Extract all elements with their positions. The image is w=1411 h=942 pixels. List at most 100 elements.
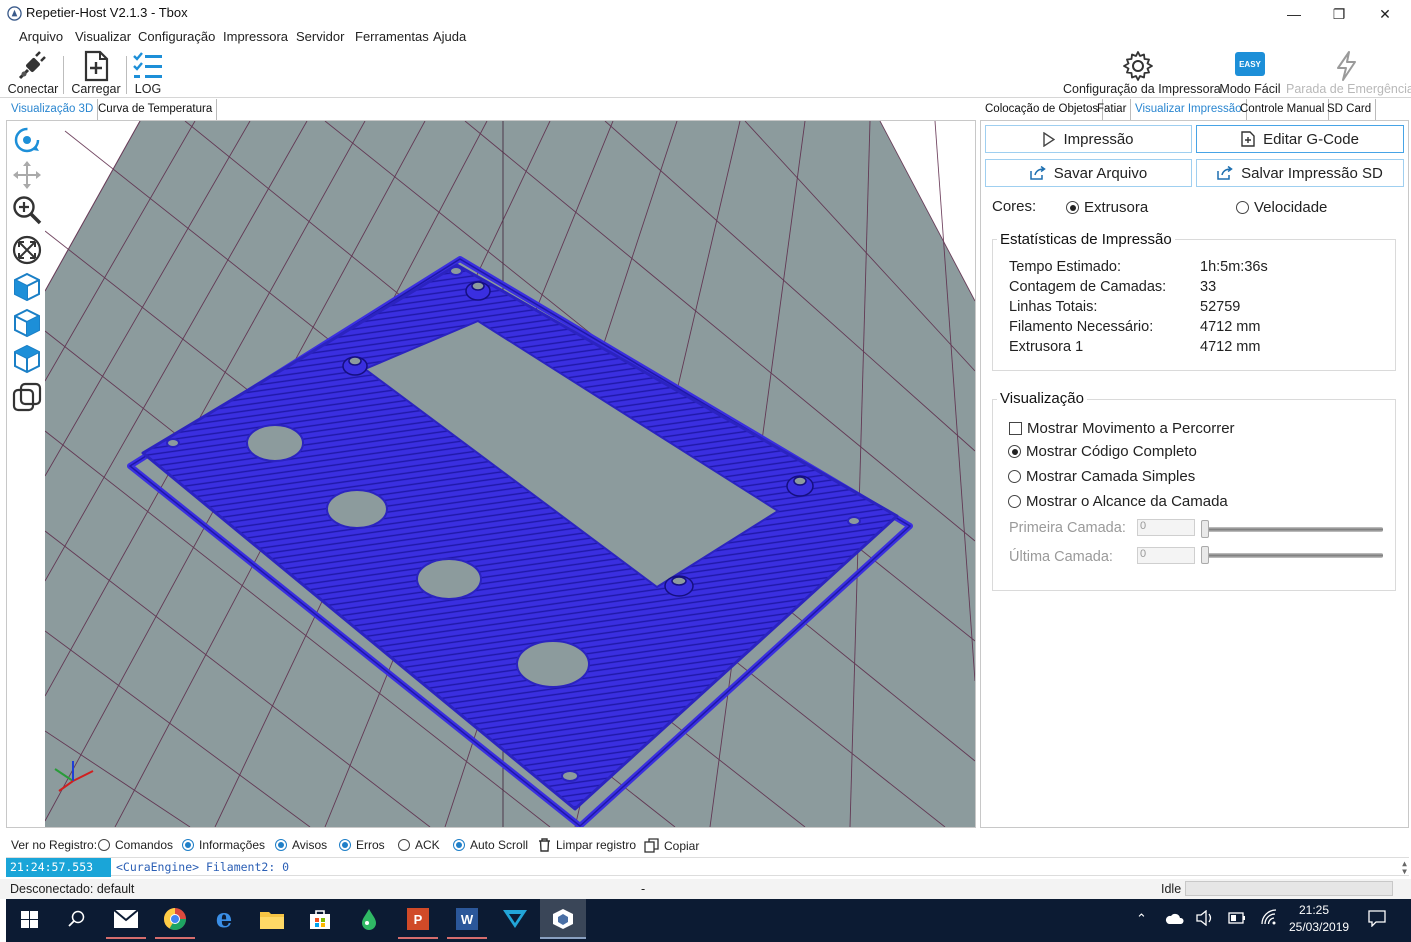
log-warnings-toggle[interactable]: Avisos [275,838,327,852]
last-layer-slider[interactable] [1205,553,1383,558]
color-extruder-radio[interactable]: Extrusora [1066,199,1148,216]
log-ack-label: ACK [415,838,440,852]
save-sd-button[interactable]: Salvar Impressão SD [1196,159,1404,187]
colors-label: Cores: [992,198,1037,215]
first-layer-slider[interactable] [1205,527,1383,532]
print-button[interactable]: Impressão [985,125,1192,153]
taskbar-app-drop[interactable] [346,899,392,939]
search-button[interactable] [54,899,100,939]
full-code-radio[interactable]: Mostrar Código Completo [1008,443,1197,460]
tab-3d-view[interactable]: Visualização 3D [6,99,99,120]
edit-gcode-button[interactable]: Editar G-Code [1196,125,1404,153]
log-copy-label: Copiar [664,838,700,853]
easy-mode-button[interactable]: EASY Modo Fácil [1219,48,1281,98]
green-drop-icon [362,909,376,930]
log-info-toggle[interactable]: Informações [182,838,265,852]
restore-button[interactable]: ❐ [1316,0,1362,28]
cube-iso-icon[interactable] [11,271,43,303]
layer-range-radio[interactable]: Mostrar o Alcance da Camada [1008,493,1228,510]
objects-icon[interactable] [11,381,43,413]
log-clear-button[interactable]: Limpar registro [538,838,636,852]
menu-servidor[interactable]: Servidor [296,29,344,44]
log-errors-toggle[interactable]: Erros [339,838,385,852]
load-button[interactable]: Carregar [70,48,122,98]
clock-date[interactable]: 25/03/2019 [1289,920,1349,934]
tab-slicer[interactable]: Fatiar [1092,99,1132,120]
clock-time[interactable]: 21:25 [1299,903,1329,917]
3d-viewport[interactable] [6,120,976,828]
emergency-stop-button[interactable]: Parada de Emergência [1286,48,1411,98]
single-layer-radio[interactable]: Mostrar Camada Simples [1008,468,1195,485]
taskbar-app-triangle[interactable] [492,899,538,939]
minimize-button[interactable]: — [1271,0,1317,28]
last-layer-label: Última Camada: [1009,549,1113,565]
printer-settings-button[interactable]: Configuração da Impressora [1063,48,1221,98]
tray-chevron-icon[interactable]: ⌃ [1136,911,1147,927]
load-label: Carregar [71,82,121,96]
log-message: <CuraEngine> Filament2: 0 [116,860,290,874]
fit-view-icon[interactable] [11,234,43,266]
taskbar-chrome[interactable] [152,899,198,939]
menu-ferramentas[interactable]: Ferramentas [355,29,429,44]
stat-label: Contagem de Camadas: [1009,279,1167,295]
connect-button[interactable]: Conectar [6,48,60,98]
log-button[interactable]: LOG [130,48,166,98]
log-output[interactable]: 21:24:57.553 <CuraEngine> Filament2: 0 ▲… [6,857,1409,877]
volume-icon[interactable] [1196,910,1214,926]
battery-icon[interactable] [1228,912,1246,924]
menu-configuracao[interactable]: Configuração [138,29,215,44]
easy-mode-label: Modo Fácil [1219,82,1281,96]
triangle-app-icon [503,910,527,928]
show-travel-checkbox[interactable]: Mostrar Movimento a Percorrer [1009,420,1235,437]
log-autoscroll-toggle[interactable]: Auto Scroll [453,838,528,852]
color-extruder-label: Extrusora [1084,199,1149,216]
log-copy-button[interactable]: Copiar [644,838,699,853]
tab-temperature-curve[interactable]: Curva de Temperatura [93,99,218,120]
log-scroll-down-icon[interactable]: ▼ [1402,867,1407,876]
start-button[interactable] [6,899,52,939]
menu-arquivo[interactable]: Arquivo [19,29,63,44]
taskbar-powerpoint[interactable]: P [395,899,441,939]
edge-icon: e [215,904,233,934]
zoom-icon[interactable] [11,194,43,226]
move-icon[interactable] [11,159,43,191]
tab-manual-control[interactable]: Controle Manual [1235,99,1330,120]
first-layer-input[interactable]: 0 [1137,519,1195,536]
cube-top-icon[interactable] [11,343,43,375]
save-file-button[interactable]: Savar Arquivo [985,159,1192,187]
notifications-icon[interactable] [1368,910,1386,927]
color-speed-radio[interactable]: Velocidade [1236,199,1327,216]
print-preview-scene[interactable] [45,121,975,827]
log-ack-toggle[interactable]: ACK [398,838,440,852]
menu-ajuda[interactable]: Ajuda [433,29,466,44]
tab-print-preview[interactable]: Visualizar Impressão [1130,99,1247,120]
radio-indicator [98,839,110,851]
radio-indicator [1066,201,1079,214]
close-button[interactable]: ✕ [1362,0,1408,28]
toolbar: Conectar Carregar LOG Configuração da Im… [0,48,1411,98]
last-layer-input[interactable]: 0 [1137,547,1195,564]
visualization-title: Visualização [997,390,1087,407]
rotate-icon[interactable] [11,124,43,156]
tab-sd-card[interactable]: SD Card [1322,99,1377,120]
first-layer-label: Primeira Camada: [1009,520,1126,536]
menu-visualizar[interactable]: Visualizar [75,29,131,44]
taskbar-edge[interactable]: e [201,899,247,939]
taskbar-word[interactable]: W [444,899,490,939]
taskbar-explorer[interactable] [249,899,295,939]
show-travel-label: Mostrar Movimento a Percorrer [1027,420,1235,437]
printer-settings-label: Configuração da Impressora [1063,82,1221,96]
last-layer-slider-thumb[interactable] [1201,546,1209,564]
menu-impressora[interactable]: Impressora [223,29,288,44]
stat-value: 4712 mm [1200,339,1261,355]
taskbar-store[interactable] [297,899,343,939]
tab-object-placement[interactable]: Colocação de Objetos [980,99,1104,120]
windows-logo-icon [20,910,38,928]
taskbar-repetier[interactable] [540,899,586,939]
onedrive-icon[interactable] [1164,911,1184,925]
wifi-icon[interactable] [1260,909,1278,925]
log-commands-toggle[interactable]: Comandos [98,838,173,852]
cube-front-icon[interactable] [11,307,43,339]
taskbar-mail[interactable] [103,899,149,939]
first-layer-slider-thumb[interactable] [1201,520,1209,538]
